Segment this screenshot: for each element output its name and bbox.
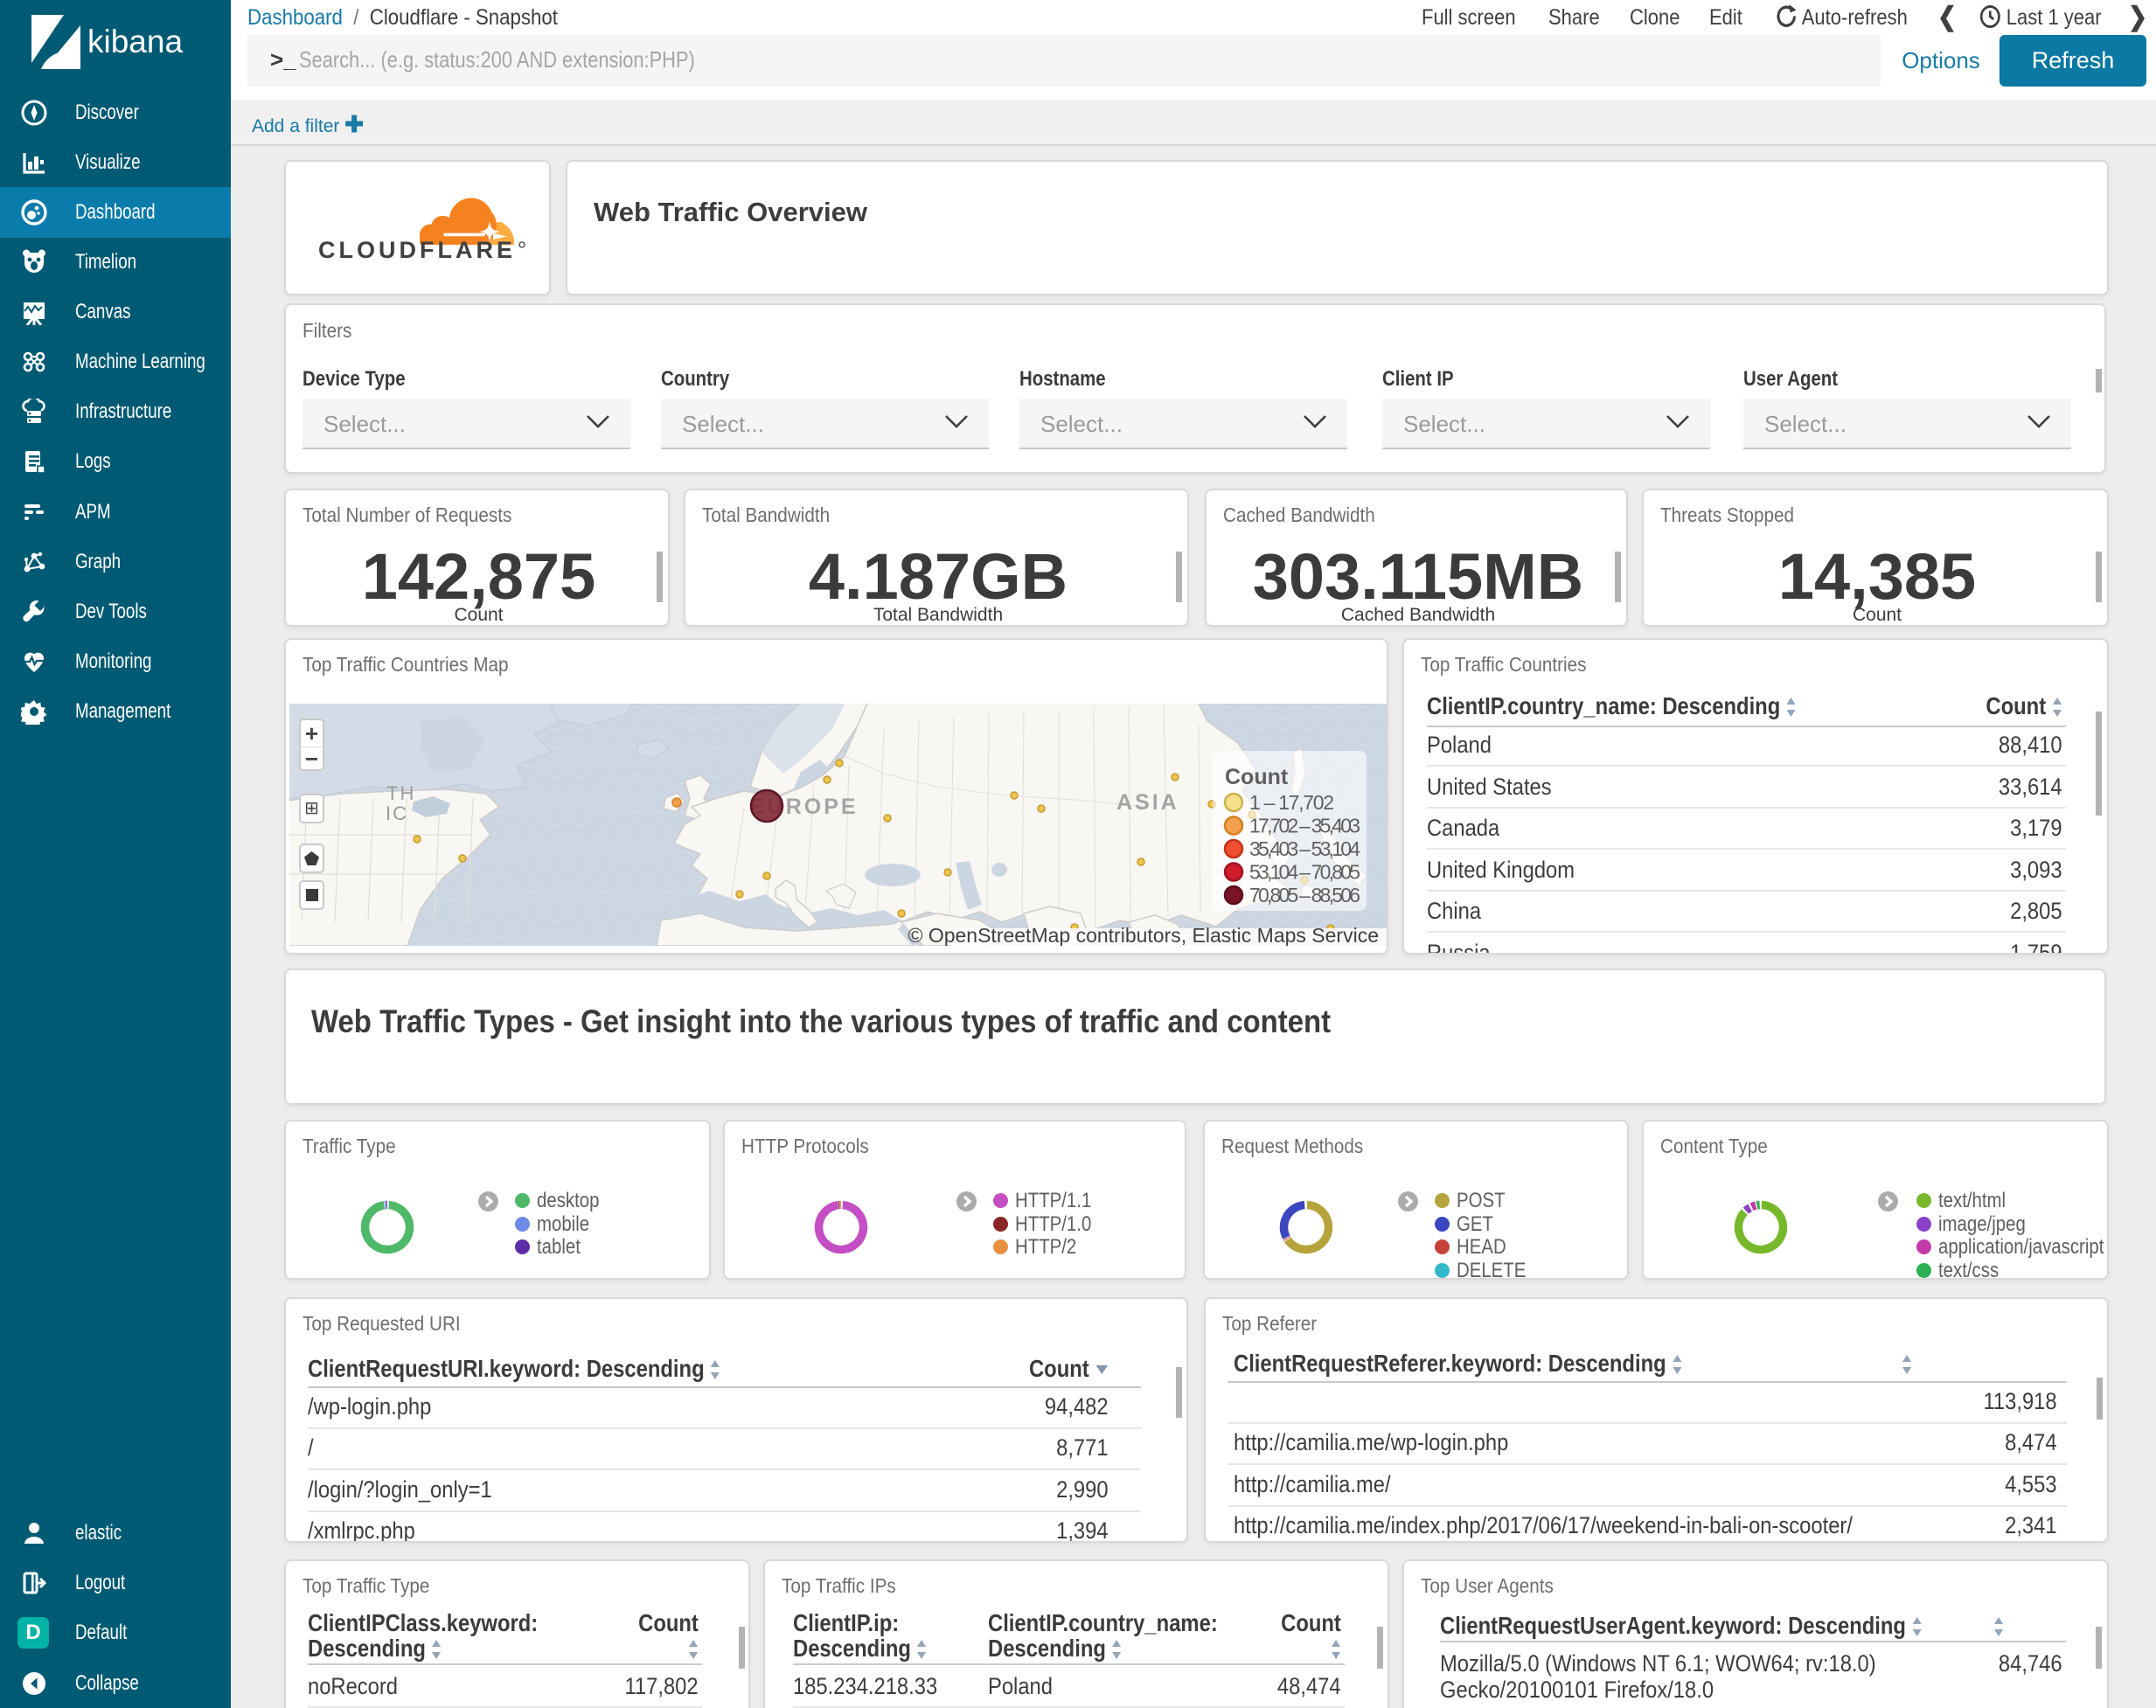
svg-text:ASIA: ASIA [1116, 790, 1179, 815]
svg-text:53,104 – 70,805: 53,104 – 70,805 [1249, 861, 1360, 884]
svg-text:CLOUDFLARE: CLOUDFLARE [318, 237, 514, 263]
svg-text:1 – 17,702: 1 – 17,702 [1249, 791, 1334, 814]
svg-text:70,805 – 88,506: 70,805 – 88,506 [1249, 884, 1360, 906]
svg-text:IC: IC [386, 802, 408, 824]
svg-text:TH: TH [386, 782, 415, 804]
svg-text:17,702 – 35,403: 17,702 – 35,403 [1249, 815, 1360, 837]
svg-text:35,403 – 53,104: 35,403 – 53,104 [1249, 837, 1360, 860]
svg-text:Count: Count [1225, 765, 1289, 789]
svg-text:© OpenStreetMap contributors,: © OpenStreetMap contributors, Elastic Ma… [908, 924, 1379, 946]
